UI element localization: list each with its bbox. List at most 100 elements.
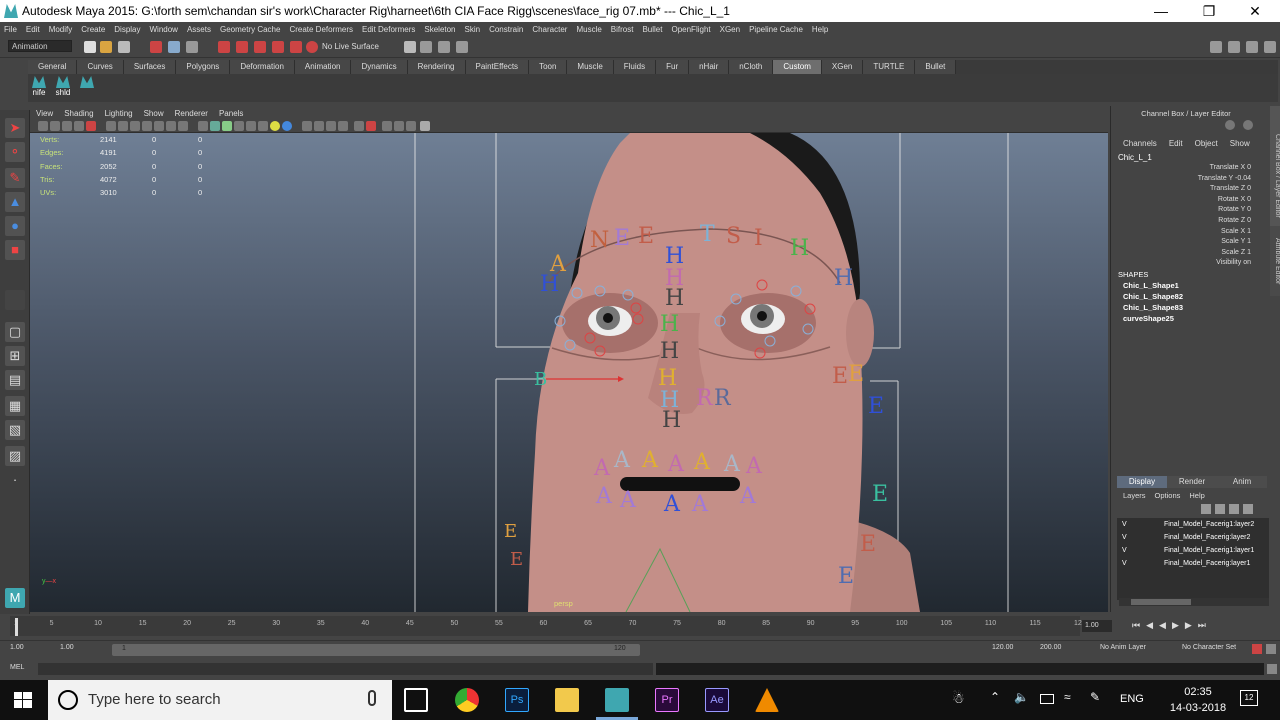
cb-menu-channels[interactable]: Channels [1123,139,1157,148]
mel-command-input[interactable] [38,663,653,675]
layer-scrollbar[interactable] [1119,598,1269,606]
ipr-render-icon[interactable] [438,41,450,53]
animation-preferences-icon[interactable] [1266,644,1276,654]
render-icon[interactable] [420,41,432,53]
menu-help[interactable]: Help [812,25,828,34]
field-chart-icon[interactable] [154,121,164,131]
shelf-tab-painteffects[interactable]: PaintEffects [465,60,530,74]
save-scene-icon[interactable] [118,41,130,53]
camera-select-icon[interactable] [38,121,48,131]
2d-pan-zoom-icon[interactable] [86,121,96,131]
shape-item[interactable]: Chic_L_Shape83 [1123,303,1183,312]
layer-row[interactable]: V Final_Model_Facerig1:layer1 [1117,546,1269,559]
film-gate-icon[interactable] [118,121,128,131]
task-view-icon[interactable] [404,688,428,712]
current-time-marker[interactable] [15,618,18,636]
shelf-tab-curves[interactable]: Curves [77,60,124,74]
live-surface-icon[interactable] [306,41,318,53]
menu-create-deformers[interactable]: Create Deformers [289,25,353,34]
shelf-button-shld[interactable]: shld [52,76,74,100]
panel-menu-view[interactable]: View [36,108,53,119]
depth-of-field-icon[interactable] [326,121,336,131]
playback-controls[interactable]: ⏮◀◀▶▶⏭ [1132,620,1212,631]
attr-rotate-x[interactable]: Rotate X 0 [1111,196,1251,203]
layer-tab-anim[interactable]: Anim [1217,476,1267,488]
toggle-attribute-editor-icon[interactable] [1228,41,1240,53]
lasso-tool-icon[interactable]: ⚬ [5,142,25,162]
attr-scale-y[interactable]: Scale Y 1 [1111,238,1251,245]
isolate-select-icon[interactable] [354,121,364,131]
after-effects-icon[interactable]: Ae [705,688,729,712]
channel-box-help-icon[interactable] [1225,120,1235,130]
safe-action-icon[interactable] [166,121,176,131]
snap-view-icon[interactable] [290,41,302,53]
move-layer-down-icon[interactable] [1215,504,1225,514]
time-slider[interactable]: 1510152025303540455055606570758085909510… [0,614,1280,640]
shelf-tab-rendering[interactable]: Rendering [407,60,466,74]
attr-rotate-z[interactable]: Rotate Z 0 [1111,217,1251,224]
panel-menu-renderer[interactable]: Renderer [175,108,208,119]
shelf-tab-general[interactable]: General [28,60,78,74]
menu-edit[interactable]: Edit [26,25,40,34]
range-start-field[interactable]: 1.00 [60,644,74,651]
chrome-icon[interactable] [455,688,479,712]
menu-edit-deformers[interactable]: Edit Deformers [362,25,415,34]
shelf-tab-fur[interactable]: Fur [656,60,690,74]
cb-menu-edit[interactable]: Edit [1169,139,1183,148]
volume-icon[interactable]: 🔈 [1014,690,1029,704]
last-tool-icon[interactable] [5,290,25,310]
battery-icon[interactable] [1040,694,1054,704]
xray-active-icon[interactable] [382,121,392,131]
new-empty-layer-icon[interactable] [1229,504,1239,514]
mel-label[interactable]: MEL [10,664,24,671]
attribute-editor-side-tab[interactable]: Attribute Editor [1270,226,1280,296]
menu-bifrost[interactable]: Bifrost [611,25,634,34]
panel-menu-lighting[interactable]: Lighting [105,108,133,119]
layer-row[interactable]: V Final_Model_Facerig1:layer2 [1117,520,1269,533]
menu-openflight[interactable]: OpenFlight [671,25,710,34]
menu-skeleton[interactable]: Skeleton [424,25,455,34]
safe-title-icon[interactable] [178,121,188,131]
smooth-shade-icon[interactable] [210,121,220,131]
attr-translate-x[interactable]: Translate X 0 [1111,164,1251,171]
all-lights-icon[interactable] [258,121,268,131]
toggle-channel-box-icon[interactable] [1264,41,1276,53]
microphone-icon[interactable] [368,690,376,706]
shelf-tab-ncloth[interactable]: nCloth [729,60,774,74]
cb-menu-object[interactable]: Object [1195,139,1218,148]
start-time-field[interactable]: 1.00 [10,644,24,651]
layer-tab-display[interactable]: Display [1117,476,1167,488]
shelf-tab-muscle[interactable]: Muscle [567,60,614,74]
menu-file[interactable]: File [4,25,17,34]
end-time-field[interactable]: 200.00 [1040,644,1061,651]
menu-pipeline-cache[interactable]: Pipeline Cache [749,25,803,34]
anim-layer-dropdown[interactable]: No Anim Layer [1100,644,1146,651]
menu-bullet[interactable]: Bullet [642,25,662,34]
hud-icon[interactable] [406,121,416,131]
textured-icon[interactable] [246,121,256,131]
chevron-up-icon[interactable]: ⌃ [990,690,1000,704]
rotate-tool-icon[interactable]: ● [5,216,25,236]
select-hierarchy-icon[interactable] [150,41,162,53]
menu-character[interactable]: Character [532,25,567,34]
new-layer-from-selection-icon[interactable] [1243,504,1253,514]
shelf-tab-custom[interactable]: Custom [773,60,822,74]
maya-taskbar-icon[interactable] [605,688,629,712]
panel-options-icon[interactable] [420,121,430,131]
current-frame-field[interactable]: 1.00 [1082,620,1112,632]
snap-grid-icon[interactable] [218,41,230,53]
layer-menu-layers[interactable]: Layers [1123,491,1146,500]
open-scene-icon[interactable] [100,41,112,53]
toolbox-more-icon[interactable]: · [5,470,25,490]
taskbar-clock[interactable]: 02:35 14-03-2018 [1168,684,1228,716]
attr-translate-y[interactable]: Translate Y -0.04 [1111,175,1251,182]
attr-scale-z[interactable]: Scale Z 1 [1111,249,1251,256]
xray-icon[interactable] [234,121,244,131]
attr-visibility[interactable]: Visibility on [1111,259,1251,266]
snap-point-icon[interactable] [254,41,266,53]
channel-box-settings-icon[interactable] [1243,120,1253,130]
perspective-viewport[interactable]: N E E T S I H A H H H H H H H H H R R H … [30,133,1108,612]
menu-window[interactable]: Window [150,25,178,34]
range-end-field[interactable]: 120.00 [992,644,1013,651]
select-component-icon[interactable] [186,41,198,53]
